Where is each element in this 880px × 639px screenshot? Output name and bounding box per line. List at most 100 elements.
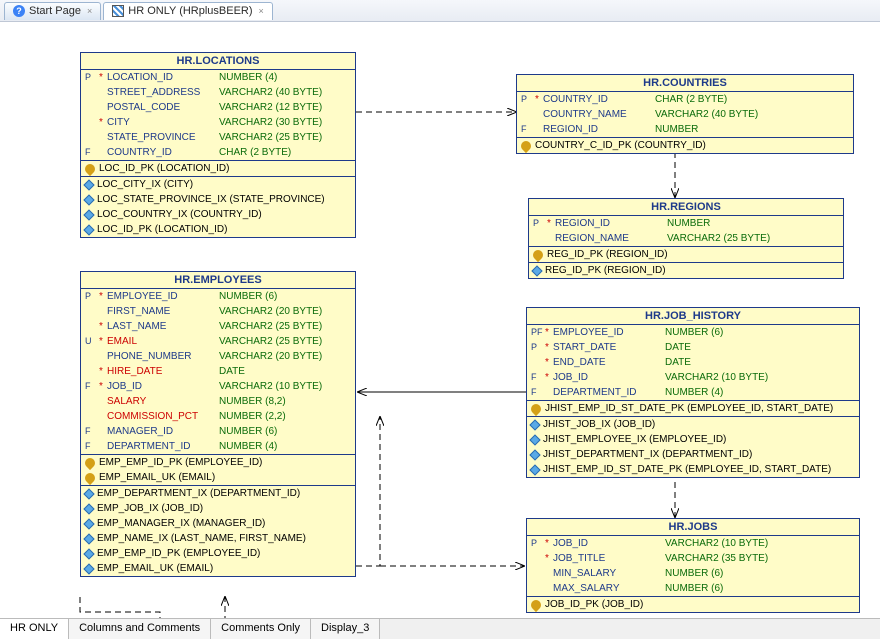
indexes-section: EMP_DEPARTMENT_IX (DEPARTMENT_ID) EMP_JO… (81, 486, 355, 576)
column-row: P * EMPLOYEE_ID NUMBER (6) (81, 289, 355, 304)
erd-canvas[interactable]: HR.LOCATIONS P * LOCATION_ID NUMBER (4) … (0, 22, 880, 618)
column-row: MIN_SALARY NUMBER (6) (527, 566, 859, 581)
column-name: MIN_SALARY (553, 567, 665, 580)
entity-hr-employees[interactable]: HR.EMPLOYEES P * EMPLOYEE_ID NUMBER (6) … (80, 271, 356, 577)
tab-hr-only[interactable]: HR ONLY (HRplusBEER) × (103, 2, 273, 20)
close-icon[interactable]: × (259, 6, 264, 16)
column-type: VARCHAR2 (25 BYTE) (219, 131, 322, 144)
columns-section: PF * EMPLOYEE_ID NUMBER (6) P * START_DA… (527, 325, 859, 401)
column-name: CITY (107, 116, 219, 129)
columns-section: P * EMPLOYEE_ID NUMBER (6) FIRST_NAME VA… (81, 289, 355, 455)
key-icon (531, 247, 545, 261)
entity-hr-locations[interactable]: HR.LOCATIONS P * LOCATION_ID NUMBER (4) … (80, 52, 356, 238)
help-icon: ? (13, 5, 25, 17)
index-row: LOC_COUNTRY_IX (COUNTRY_ID) (81, 207, 355, 222)
column-type: VARCHAR2 (12 BYTE) (219, 101, 322, 114)
index-icon (531, 265, 542, 276)
index-text: JHIST_EMPLOYEE_IX (EMPLOYEE_ID) (543, 433, 726, 446)
index-icon (83, 194, 94, 205)
column-indicator: P (533, 217, 547, 230)
column-type: VARCHAR2 (35 BYTE) (665, 552, 768, 565)
index-text: JHIST_JOB_IX (JOB_ID) (543, 418, 655, 431)
tab-label: HR ONLY (HRplusBEER) (128, 5, 252, 17)
column-row: F * JOB_ID VARCHAR2 (10 BYTE) (527, 370, 859, 385)
column-row: F * JOB_ID VARCHAR2 (10 BYTE) (81, 379, 355, 394)
index-icon (529, 464, 540, 475)
key-row: REG_ID_PK (REGION_ID) (529, 247, 843, 262)
column-name: DEPARTMENT_ID (107, 440, 219, 453)
column-row: * END_DATE DATE (527, 355, 859, 370)
index-text: EMP_JOB_IX (JOB_ID) (97, 502, 203, 515)
entity-hr-regions[interactable]: HR.REGIONS P * REGION_ID NUMBER REGION_N… (528, 198, 844, 279)
index-text: REG_ID_PK (REGION_ID) (545, 264, 666, 277)
key-icon (83, 470, 97, 484)
index-row: LOC_STATE_PROVINCE_IX (STATE_PROVINCE) (81, 192, 355, 207)
column-row: * LAST_NAME VARCHAR2 (25 BYTE) (81, 319, 355, 334)
column-type: VARCHAR2 (25 BYTE) (219, 335, 322, 348)
column-name: START_DATE (553, 341, 665, 354)
tab-bottom-columns-comments[interactable]: Columns and Comments (69, 619, 211, 639)
tabs-bottom: HR ONLY Columns and Comments Comments On… (0, 618, 880, 639)
required-star: * (545, 552, 553, 565)
entity-title: HR.REGIONS (529, 199, 843, 216)
column-indicator: U (85, 335, 99, 348)
entity-hr-job-history[interactable]: HR.JOB_HISTORY PF * EMPLOYEE_ID NUMBER (… (526, 307, 860, 478)
column-row: F COUNTRY_ID CHAR (2 BYTE) (81, 145, 355, 160)
key-text: REG_ID_PK (REGION_ID) (547, 248, 668, 261)
index-icon (83, 503, 94, 514)
column-row: P * COUNTRY_ID CHAR (2 BYTE) (517, 92, 853, 107)
column-type: DATE (665, 356, 691, 369)
column-type: NUMBER (4) (219, 71, 277, 84)
column-name: LAST_NAME (107, 320, 219, 333)
index-text: JHIST_EMP_ID_ST_DATE_PK (EMPLOYEE_ID, ST… (543, 463, 831, 476)
tab-bottom-display3[interactable]: Display_3 (311, 619, 380, 639)
entity-hr-countries[interactable]: HR.COUNTRIES P * COUNTRY_ID CHAR (2 BYTE… (516, 74, 854, 154)
index-row: JHIST_JOB_IX (JOB_ID) (527, 417, 859, 432)
column-name: MAX_SALARY (553, 582, 665, 595)
key-icon (83, 455, 97, 469)
index-icon (83, 533, 94, 544)
column-type: NUMBER (6) (219, 425, 277, 438)
index-text: EMP_NAME_IX (LAST_NAME, FIRST_NAME) (97, 532, 306, 545)
index-row: LOC_CITY_IX (CITY) (81, 177, 355, 192)
column-row: COMMISSION_PCT NUMBER (2,2) (81, 409, 355, 424)
column-row: SALARY NUMBER (8,2) (81, 394, 355, 409)
tab-start-page[interactable]: ? Start Page × (4, 2, 101, 20)
column-name: JOB_ID (553, 537, 665, 550)
column-indicator: F (531, 371, 545, 384)
index-text: EMP_EMP_ID_PK (EMPLOYEE_ID) (97, 547, 260, 560)
tab-bottom-comments-only[interactable]: Comments Only (211, 619, 311, 639)
entity-title: HR.LOCATIONS (81, 53, 355, 70)
column-indicator: F (85, 440, 99, 453)
index-text: EMP_EMAIL_UK (EMAIL) (97, 562, 213, 575)
index-text: LOC_COUNTRY_IX (COUNTRY_ID) (97, 208, 262, 221)
keys-section: REG_ID_PK (REGION_ID) (529, 247, 843, 263)
key-icon (519, 138, 533, 152)
index-icon (83, 179, 94, 190)
columns-section: P * REGION_ID NUMBER REGION_NAME VARCHAR… (529, 216, 843, 247)
column-row: MAX_SALARY NUMBER (6) (527, 581, 859, 596)
column-type: NUMBER (4) (665, 386, 723, 399)
column-name: COUNTRY_NAME (543, 108, 655, 121)
column-type: VARCHAR2 (25 BYTE) (667, 232, 770, 245)
index-row: JHIST_EMPLOYEE_IX (EMPLOYEE_ID) (527, 432, 859, 447)
column-indicator: F (85, 425, 99, 438)
index-row: EMP_NAME_IX (LAST_NAME, FIRST_NAME) (81, 531, 355, 546)
entity-hr-jobs[interactable]: HR.JOBS P * JOB_ID VARCHAR2 (10 BYTE) * … (526, 518, 860, 613)
column-type: NUMBER (8,2) (219, 395, 286, 408)
tab-bottom-hr-only[interactable]: HR ONLY (0, 619, 69, 639)
column-indicator: F (85, 380, 99, 393)
index-text: LOC_CITY_IX (CITY) (97, 178, 193, 191)
index-icon (83, 209, 94, 220)
keys-section: COUNTRY_C_ID_PK (COUNTRY_ID) (517, 138, 853, 153)
index-icon (83, 518, 94, 529)
key-row: EMP_EMAIL_UK (EMAIL) (81, 470, 355, 485)
column-type: NUMBER (6) (665, 567, 723, 580)
key-row: COUNTRY_C_ID_PK (COUNTRY_ID) (517, 138, 853, 153)
required-star: * (99, 365, 107, 378)
index-icon (529, 419, 540, 430)
close-icon[interactable]: × (87, 6, 92, 16)
key-text: LOC_ID_PK (LOCATION_ID) (99, 162, 229, 175)
columns-section: P * COUNTRY_ID CHAR (2 BYTE) COUNTRY_NAM… (517, 92, 853, 138)
column-row: PF * EMPLOYEE_ID NUMBER (6) (527, 325, 859, 340)
